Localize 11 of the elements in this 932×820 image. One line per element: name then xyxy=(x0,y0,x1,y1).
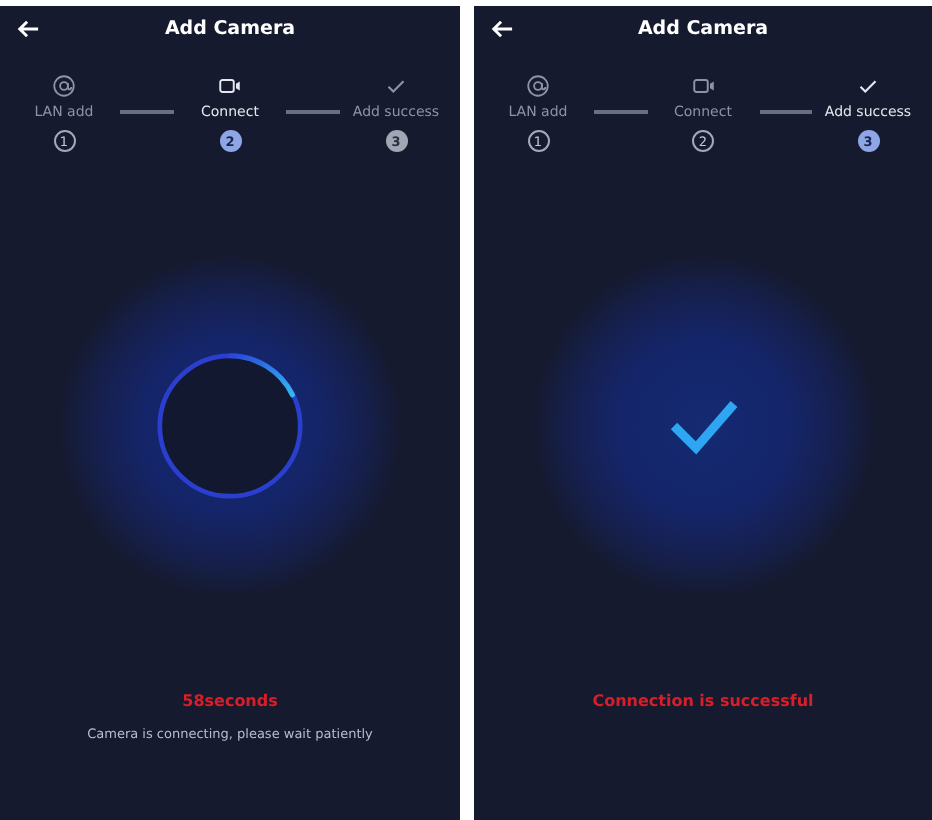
video-camera-icon xyxy=(691,74,715,98)
status-text: 58seconds xyxy=(182,692,278,710)
back-arrow-icon[interactable] xyxy=(490,17,514,39)
screen-title: Add Camera xyxy=(635,17,771,39)
spinner-ring-icon xyxy=(152,348,308,504)
at-sign-icon xyxy=(526,74,550,98)
video-camera-icon xyxy=(218,74,242,98)
back-arrow-icon[interactable] xyxy=(16,17,40,39)
at-sign-icon xyxy=(52,74,76,98)
status-text: Connection is successful xyxy=(592,692,814,710)
screen-title: Add Camera xyxy=(162,17,298,39)
